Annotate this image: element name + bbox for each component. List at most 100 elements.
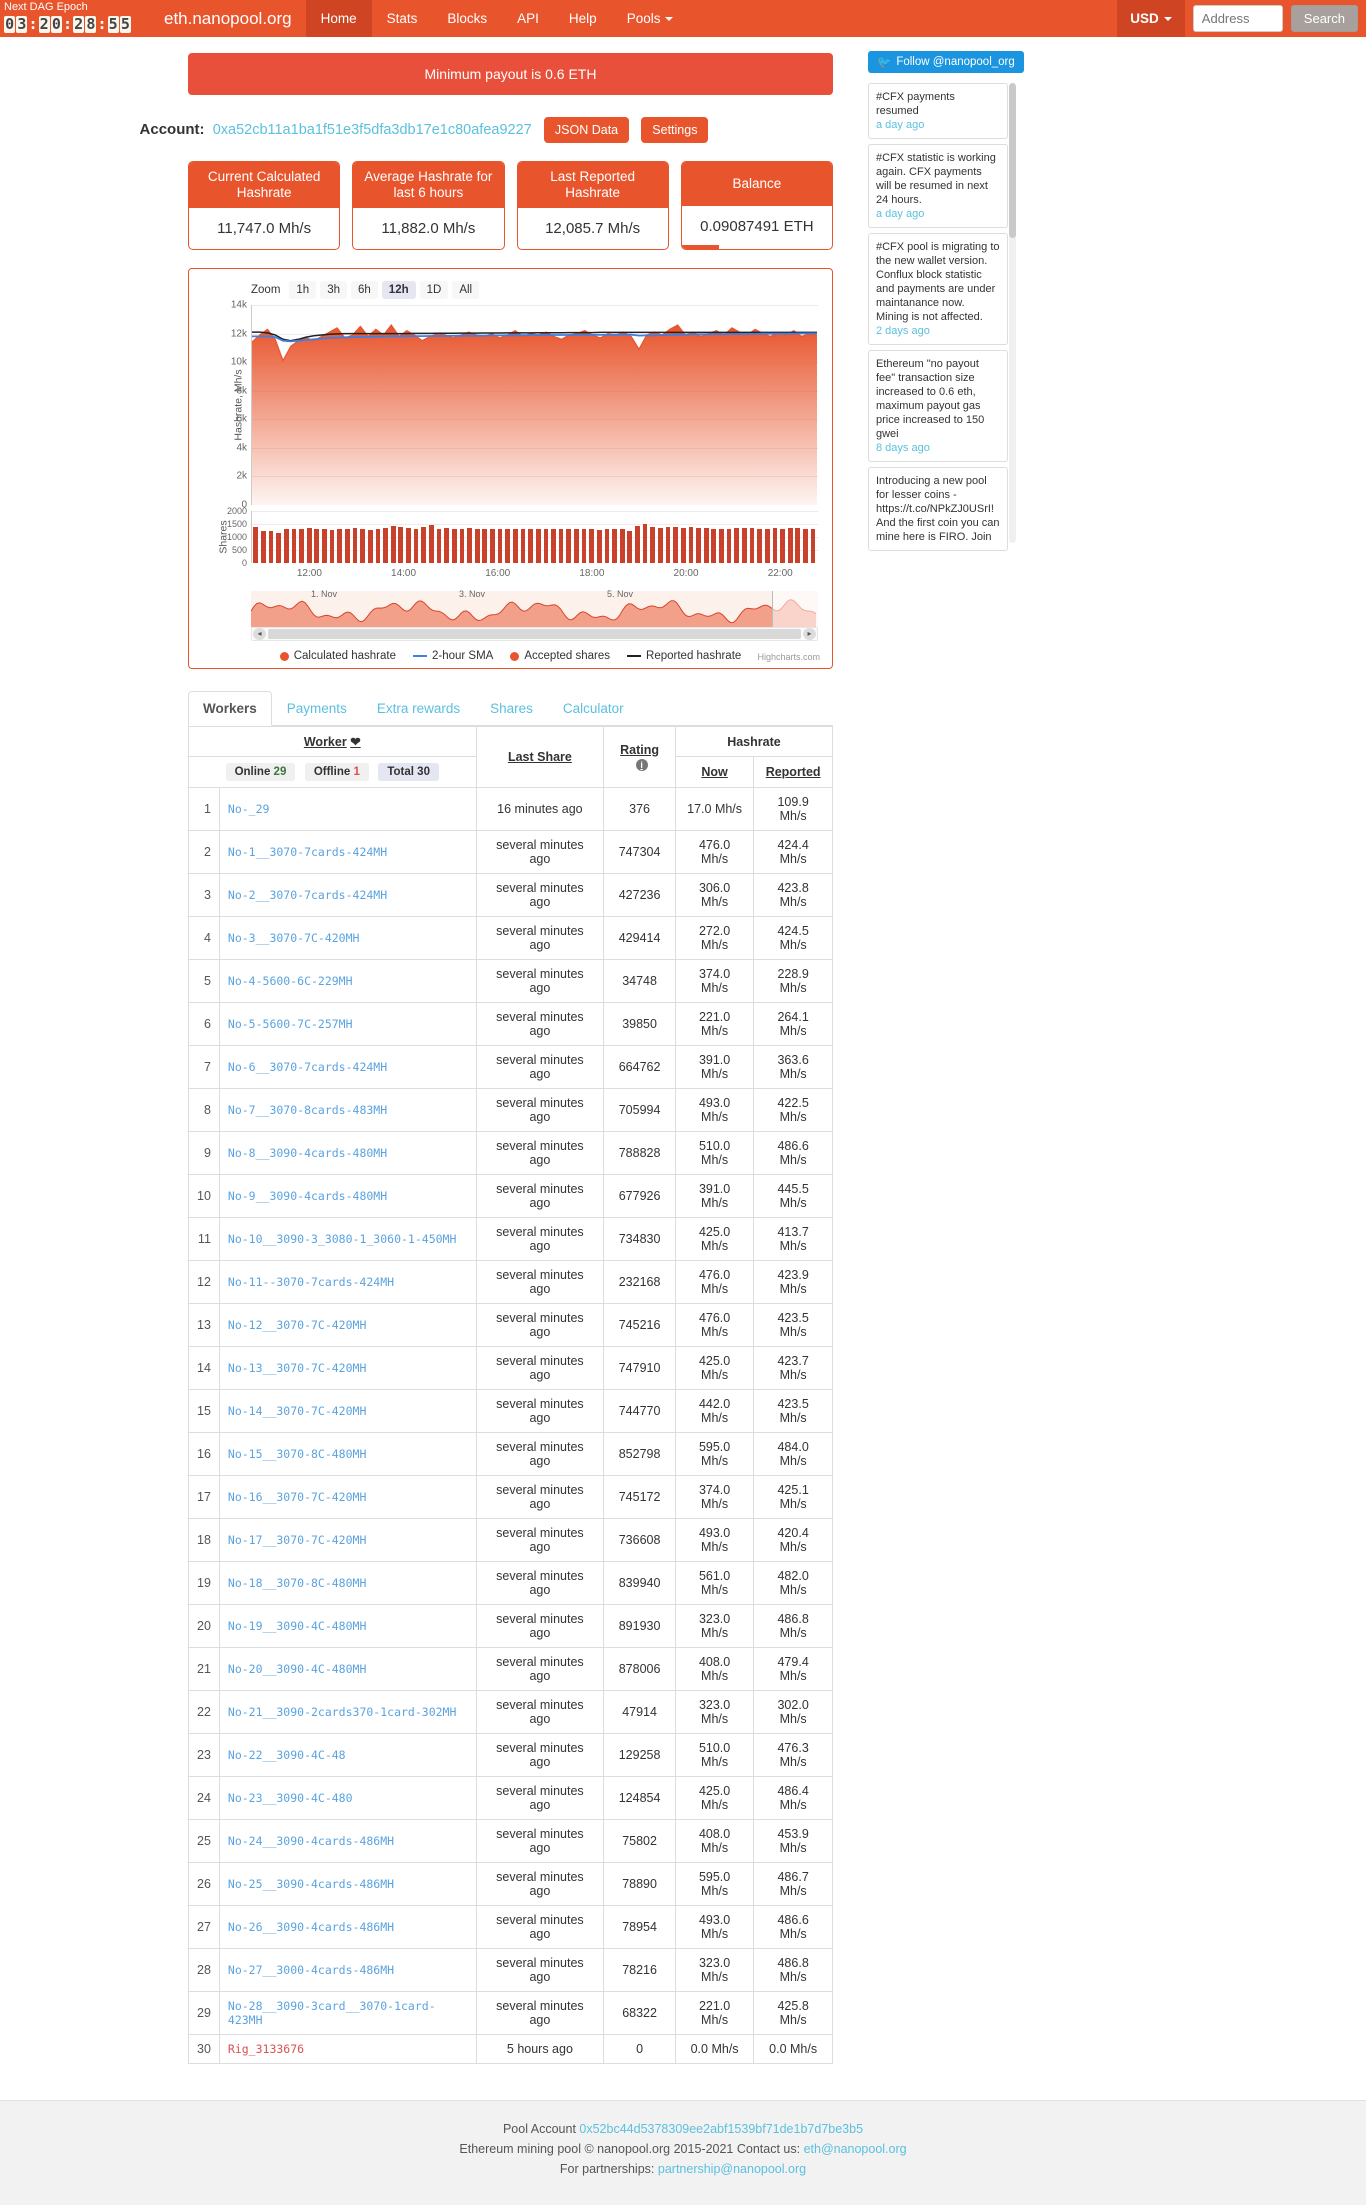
share-bar xyxy=(551,528,556,563)
worker-link[interactable]: No-21__3090-2cards370-1card-302MH xyxy=(228,1705,456,1719)
site-brand[interactable]: eth.nanopool.org xyxy=(150,0,306,37)
zoom-option-12h[interactable]: 12h xyxy=(381,281,416,299)
row-hashrate-reported: 445.5 Mh/s xyxy=(753,1174,833,1218)
worker-link[interactable]: Rig_3133676 xyxy=(228,2042,304,2056)
navigator-selection-handle[interactable] xyxy=(772,591,818,627)
worker-link[interactable]: No-16__3070-7C-420MH xyxy=(228,1490,366,1504)
tab-calculator[interactable]: Calculator xyxy=(548,691,639,726)
now-column-header[interactable]: Now xyxy=(674,756,755,788)
news-feed[interactable]: #CFX payments resumed a day ago #CFX stati… xyxy=(868,83,1016,551)
worker-link[interactable]: No-8__3090-4cards-480MH xyxy=(228,1146,387,1160)
row-worker: No-27__3000-4cards-486MH xyxy=(218,1948,477,1992)
worker-link[interactable]: No-7__3070-8cards-483MH xyxy=(228,1103,387,1117)
worker-link[interactable]: No-13__3070-7C-420MH xyxy=(228,1361,366,1375)
table-row: 21 No-20__3090-4C-480MH several minutes ag… xyxy=(188,1647,833,1691)
chart-scrollbar[interactable]: ◂ ▸ xyxy=(251,627,818,641)
nav-link-pools[interactable]: Pools xyxy=(612,0,689,37)
zoom-option-1h[interactable]: 1h xyxy=(289,281,317,299)
offline-pill[interactable]: Offline 1 xyxy=(304,763,369,781)
rating-column-header[interactable]: Rating i xyxy=(603,726,676,788)
worker-link[interactable]: No-2__3070-7cards-424MH xyxy=(228,888,387,902)
scroll-left-icon[interactable]: ◂ xyxy=(253,628,266,640)
row-last-share: several minutes ago xyxy=(475,1045,605,1089)
worker-link[interactable]: No-6__3070-7cards-424MH xyxy=(228,1060,387,1074)
worker-link[interactable]: No-_29 xyxy=(228,802,270,816)
nav-link-home[interactable]: Home xyxy=(305,0,372,37)
share-bar xyxy=(322,529,327,563)
worker-link[interactable]: No-15__3070-8C-480MH xyxy=(228,1447,366,1461)
worker-link[interactable]: No-28__3090-3card__3070-1card-423MH xyxy=(228,1999,436,2027)
online-pill[interactable]: Online 29 xyxy=(225,763,296,781)
tab-workers[interactable]: Workers xyxy=(188,691,272,726)
worker-link[interactable]: No-23__3090-4C-480 xyxy=(228,1791,353,1805)
nav-link-stats[interactable]: Stats xyxy=(372,0,433,37)
nav-link-blocks[interactable]: Blocks xyxy=(432,0,502,37)
legend-item-accepted-shares[interactable]: Accepted shares xyxy=(510,650,610,662)
tab-payments[interactable]: Payments xyxy=(272,691,362,726)
legend-item-calculated-hashrate[interactable]: Calculated hashrate xyxy=(279,650,396,662)
account-address-link[interactable]: 0xa52cb11a1ba1f51e3f5dfa3db17e1c80afea92… xyxy=(213,122,532,138)
currency-selector[interactable]: USD xyxy=(1117,0,1185,37)
worker-link[interactable]: No-27__3000-4cards-486MH xyxy=(228,1963,394,1977)
tab-extra-rewards[interactable]: Extra rewards xyxy=(362,691,475,726)
worker-link[interactable]: No-1__3070-7cards-424MH xyxy=(228,845,387,859)
row-last-share: several minutes ago xyxy=(475,873,605,917)
worker-link[interactable]: No-3__3070-7C-420MH xyxy=(228,931,360,945)
json-data-button[interactable]: JSON Data xyxy=(543,117,630,143)
share-bar xyxy=(772,528,778,563)
share-bar xyxy=(436,529,442,563)
row-index: 3 xyxy=(188,873,220,917)
news-item[interactable]: Introducing a new pool for lesser coins … xyxy=(868,467,1008,551)
row-index: 28 xyxy=(188,1948,220,1992)
pool-account-link[interactable]: 0x52bc44d5378309ee2abf1539bf71de1b7d7be3… xyxy=(579,2122,863,2136)
info-icon[interactable]: i xyxy=(635,759,648,771)
total-pill[interactable]: Total 30 xyxy=(378,763,439,781)
nav-link-api[interactable]: API xyxy=(502,0,554,37)
worker-link[interactable]: No-12__3070-7C-420MH xyxy=(228,1318,366,1332)
twitter-follow-button[interactable]: 🐦 Follow @nanopool_org xyxy=(868,51,1024,73)
zoom-option-3h[interactable]: 3h xyxy=(320,281,347,299)
legend-item-reported-hashrate[interactable]: Reported hashrate xyxy=(627,650,741,662)
news-item[interactable]: #CFX payments resumed a day ago xyxy=(868,83,1008,139)
worker-link[interactable]: No-18__3070-8C-480MH xyxy=(228,1576,366,1590)
news-item[interactable]: Ethereum "no payout fee" transaction siz… xyxy=(868,350,1008,462)
legend-item-2-hour-sma[interactable]: 2-hour SMA xyxy=(413,650,493,662)
worker-link[interactable]: No-9__3090-4cards-480MH xyxy=(228,1189,387,1203)
news-scrollbar-thumb[interactable] xyxy=(1009,83,1016,238)
zoom-option-6h[interactable]: 6h xyxy=(351,281,378,299)
reported-column-header[interactable]: Reported xyxy=(753,756,833,788)
worker-link[interactable]: No-10__3090-3_3080-1_3060-1-450MH xyxy=(228,1232,456,1246)
worker-link[interactable]: No-4-5600-6C-229MH xyxy=(228,974,353,988)
worker-link[interactable]: No-20__3090-4C-480MH xyxy=(228,1662,366,1676)
last-share-column-header[interactable]: Last Share xyxy=(475,726,605,788)
scrollbar-handle[interactable] xyxy=(268,629,801,639)
partnership-email-link[interactable]: partnership@nanopool.org xyxy=(658,2162,806,2176)
news-item[interactable]: #CFX statistic is working again. CFX pay… xyxy=(868,144,1008,228)
zoom-option-all[interactable]: All xyxy=(452,281,480,299)
row-last-share: several minutes ago xyxy=(475,959,605,1003)
search-button[interactable]: Search xyxy=(1290,5,1358,32)
zoom-option-1d[interactable]: 1D xyxy=(419,281,449,299)
worker-link[interactable]: No-25__3090-4cards-486MH xyxy=(228,1877,394,1891)
contact-email-link[interactable]: eth@nanopool.org xyxy=(804,2142,907,2156)
settings-button[interactable]: Settings xyxy=(641,117,709,143)
dag-digit: 0 xyxy=(4,14,16,33)
worker-link[interactable]: No-17__3070-7C-420MH xyxy=(228,1533,366,1547)
news-text: #CFX payments resumed xyxy=(876,91,955,117)
worker-link[interactable]: No-19__3090-4C-480MH xyxy=(228,1619,366,1633)
worker-link[interactable]: No-22__3090-4C-48 xyxy=(228,1748,346,1762)
tab-shares[interactable]: Shares xyxy=(475,691,548,726)
row-index: 25 xyxy=(188,1819,220,1863)
worker-link[interactable]: No-11--3070-7cards-424MH xyxy=(228,1275,394,1289)
worker-link[interactable]: No-5-5600-7C-257MH xyxy=(228,1017,353,1031)
worker-link[interactable]: No-24__3090-4cards-486MH xyxy=(228,1834,394,1848)
news-item[interactable]: #CFX pool is migrating to the new wallet… xyxy=(868,233,1008,345)
address-search-input[interactable] xyxy=(1192,5,1283,32)
worker-column-header[interactable]: Worker ❤ xyxy=(188,726,477,757)
worker-link[interactable]: No-26__3090-4cards-486MH xyxy=(228,1920,394,1934)
scroll-right-icon[interactable]: ▸ xyxy=(803,628,816,640)
chart-navigator[interactable]: 1. Nov 3. Nov 5. Nov xyxy=(251,589,818,627)
worker-link[interactable]: No-14__3070-7C-420MH xyxy=(228,1404,366,1418)
row-rating: 47914 xyxy=(603,1690,676,1734)
nav-link-help[interactable]: Help xyxy=(554,0,612,37)
